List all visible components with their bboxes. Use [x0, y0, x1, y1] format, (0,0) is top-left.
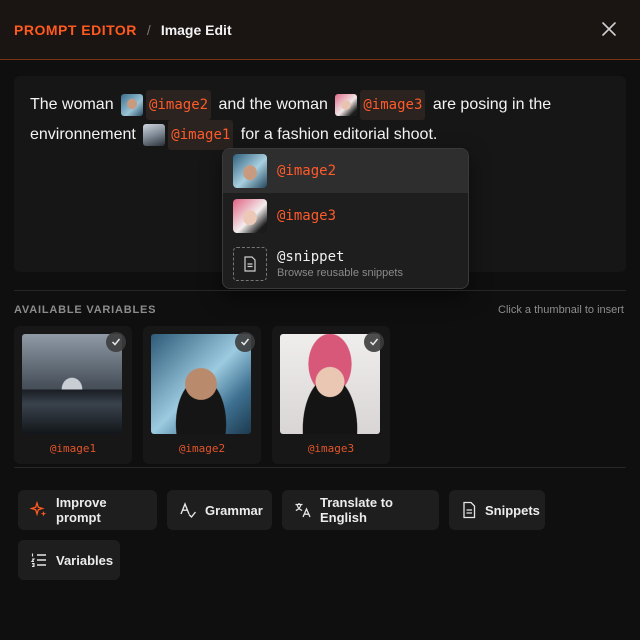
mention-dropdown: @image2 @image3 @snippet Browse reusable… — [222, 148, 469, 289]
checkmark-icon — [364, 332, 384, 352]
button-label: Grammar — [205, 502, 263, 518]
image3-thumbnail — [233, 199, 267, 233]
translate-icon — [294, 501, 312, 519]
dropdown-item-label: @image3 — [277, 208, 337, 224]
image1-thumbnail — [22, 334, 122, 434]
prompt-segment: for a fashion editorial shoot. — [240, 126, 438, 144]
variable-card-image2[interactable]: @image2 — [143, 326, 261, 464]
variable-token-image3[interactable]: @image3 — [335, 90, 426, 120]
button-label: Improve prompt — [56, 495, 107, 525]
dropdown-item-image2[interactable]: @image2 — [223, 149, 468, 193]
snippets-button[interactable]: Snippets — [449, 490, 545, 530]
dropdown-item-image3[interactable]: @image3 — [223, 194, 468, 238]
image2-thumbnail — [151, 334, 251, 434]
token-label: @image1 — [168, 120, 234, 150]
image3-thumbnail — [280, 334, 380, 434]
breadcrumb-separator: / — [146, 21, 151, 38]
variable-card-image1[interactable]: @image1 — [14, 326, 132, 464]
button-label: Snippets — [485, 502, 540, 518]
image2-thumbnail — [121, 94, 144, 116]
prompt-segment: The woman — [30, 96, 114, 114]
image3-thumbnail — [335, 94, 358, 116]
token-label: @image3 — [360, 90, 426, 120]
variables-hint: Click a thumbnail to insert — [498, 304, 624, 316]
variable-token-image1[interactable]: @image1 — [143, 120, 234, 150]
snippet-subtitle: Browse reusable snippets — [277, 267, 403, 279]
translate-button[interactable]: Translate to English — [282, 490, 439, 530]
variable-card-label: @image1 — [49, 442, 97, 455]
list-icon — [30, 551, 48, 569]
improve-prompt-button[interactable]: Improve prompt — [18, 490, 157, 530]
button-label: Variables — [56, 552, 114, 568]
grammar-button[interactable]: Grammar — [167, 490, 272, 530]
variable-card-label: @image3 — [307, 442, 355, 455]
header: PROMPT EDITOR / Image Edit — [0, 0, 640, 60]
close-button[interactable] — [598, 18, 620, 40]
prompt-text[interactable]: The woman @image2 and the woman @image3 … — [30, 90, 610, 150]
document-icon — [233, 247, 267, 281]
checkmark-icon — [106, 332, 126, 352]
dropdown-item-snippet[interactable]: @snippet Browse reusable snippets — [223, 239, 468, 288]
variable-card-label: @image2 — [178, 442, 226, 455]
variable-card-image3[interactable]: @image3 — [272, 326, 390, 464]
variables-heading: AVAILABLE VARIABLES — [14, 304, 157, 316]
dropdown-item-label: @image2 — [277, 163, 337, 179]
checkmark-icon — [235, 332, 255, 352]
button-label: Translate to English — [320, 495, 393, 525]
sparkle-icon — [30, 501, 48, 519]
prompt-segment: and the woman — [218, 96, 328, 114]
image2-thumbnail — [233, 154, 267, 188]
divider — [14, 467, 626, 468]
document-icon — [461, 501, 477, 519]
token-label: @image2 — [146, 90, 212, 120]
grammar-icon — [179, 501, 197, 519]
snippet-title: @snippet — [277, 249, 345, 265]
variable-token-image2[interactable]: @image2 — [121, 90, 212, 120]
variables-button[interactable]: Variables — [18, 540, 120, 580]
page-title: Image Edit — [160, 21, 232, 38]
image1-thumbnail — [143, 124, 166, 146]
divider — [14, 290, 626, 291]
close-icon — [602, 22, 616, 36]
app-title: PROMPT EDITOR — [14, 21, 137, 38]
